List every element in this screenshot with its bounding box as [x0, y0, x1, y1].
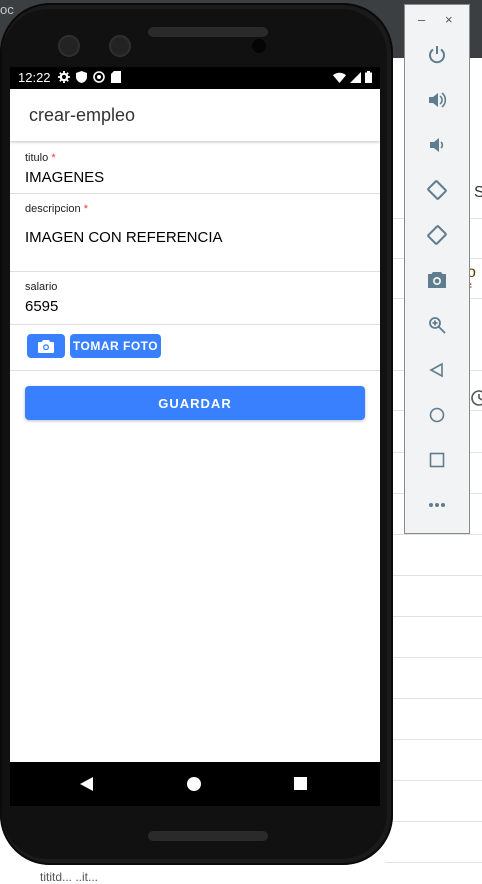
bottom-speaker — [148, 831, 268, 841]
titulo-field[interactable]: titulo * IMAGENES — [10, 145, 380, 194]
zoom-icon — [429, 317, 446, 334]
status-bar: 12:22 — [10, 67, 380, 89]
history-icon — [471, 390, 482, 406]
page-title: crear-empleo — [29, 105, 136, 125]
volume-down-button[interactable] — [425, 133, 449, 157]
volume-up-icon — [429, 92, 447, 108]
front-camera — [252, 39, 266, 53]
signal-icon — [350, 71, 361, 83]
volume-down-icon — [430, 138, 444, 152]
home-icon — [429, 407, 445, 423]
salario-input[interactable]: 6595 — [25, 298, 58, 315]
salario-field[interactable]: salario 6595 — [10, 272, 380, 325]
background-title-fragment: oc — [0, 2, 14, 17]
rotate-right-icon — [427, 225, 447, 245]
take-photo-button[interactable]: TOMAR FOTO — [70, 334, 161, 358]
power-button[interactable] — [425, 43, 449, 67]
wifi-icon — [333, 72, 346, 83]
titulo-input[interactable]: IMAGENES — [25, 169, 104, 186]
home-button[interactable] — [425, 403, 449, 427]
settings-icon — [58, 71, 70, 83]
status-time: 12:22 — [18, 70, 51, 85]
camera-button[interactable] — [27, 334, 65, 358]
minimize-button[interactable]: – — [418, 12, 425, 27]
screenshot-icon — [428, 272, 446, 288]
descripcion-field[interactable]: descripcion * IMAGEN CON REFERENCIA — [10, 194, 380, 272]
close-button[interactable]: × — [445, 12, 453, 27]
data-saver-icon — [93, 71, 105, 83]
earpiece-speaker — [148, 27, 268, 37]
overview-button[interactable] — [425, 448, 449, 472]
front-sensor — [58, 35, 80, 57]
battery-icon — [365, 71, 372, 83]
back-nav-icon[interactable] — [80, 777, 94, 791]
descripcion-input[interactable]: IMAGEN CON REFERENCIA — [25, 229, 223, 246]
titulo-label: titulo * — [25, 152, 56, 164]
back-button[interactable] — [425, 358, 449, 382]
volume-up-button[interactable] — [425, 88, 449, 112]
sd-card-icon — [111, 71, 121, 83]
overview-icon — [429, 452, 445, 468]
section-divider — [10, 370, 380, 371]
salario-label: salario — [25, 281, 58, 293]
front-sensor — [109, 35, 131, 57]
rotate-left-button[interactable] — [425, 178, 449, 202]
camera-icon — [38, 339, 54, 353]
background-text-fragment: S — [474, 184, 482, 201]
rotate-right-button[interactable] — [425, 223, 449, 247]
screenshot-button[interactable] — [425, 268, 449, 292]
back-icon — [429, 362, 443, 378]
zoom-button[interactable] — [425, 313, 449, 337]
more-button[interactable] — [425, 493, 449, 517]
rotate-left-icon — [427, 180, 447, 200]
power-icon — [429, 46, 445, 64]
descripcion-label: descripcion * — [25, 203, 88, 215]
save-button[interactable]: GUARDAR — [25, 386, 365, 420]
shield-icon — [76, 71, 87, 83]
android-navigation-bar — [10, 762, 380, 806]
more-icon — [429, 503, 445, 507]
recents-nav-icon[interactable] — [294, 777, 307, 790]
app-toolbar: crear-empleo — [10, 89, 380, 141]
phone-screen: 12:22 crear-empleo titulo * IMAGENES des… — [10, 67, 380, 800]
home-nav-icon[interactable] — [187, 777, 201, 791]
emulator-toolbar: – × — [404, 4, 470, 534]
